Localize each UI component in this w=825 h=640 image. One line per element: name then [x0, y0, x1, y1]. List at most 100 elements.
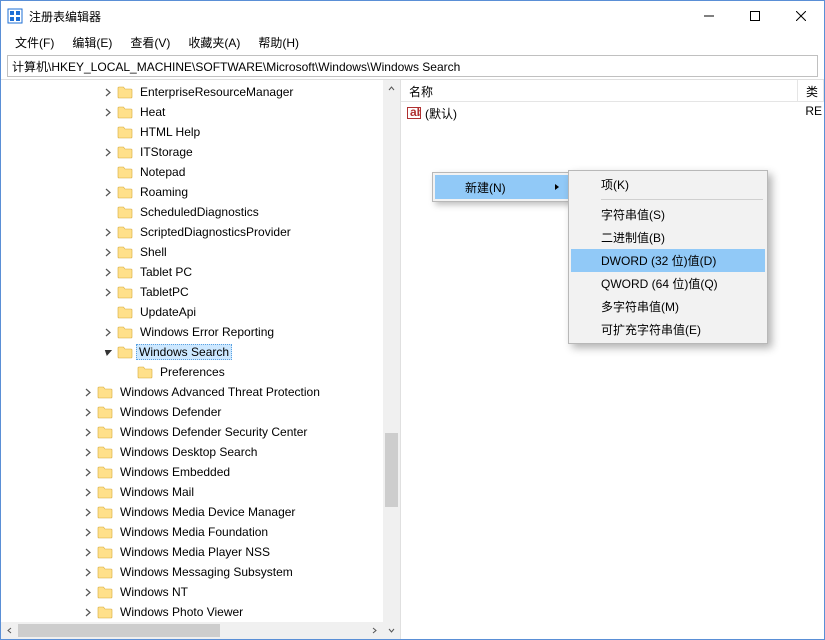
expander-icon[interactable]	[81, 605, 95, 619]
expander-icon[interactable]	[101, 105, 115, 119]
tree-item[interactable]: Windows Media Foundation	[1, 522, 400, 542]
tree-item[interactable]: Windows Embedded	[1, 462, 400, 482]
tree-item[interactable]: Windows Photo Viewer	[1, 602, 400, 622]
ctx-sub-item[interactable]: DWORD (32 位)值(D)	[571, 249, 765, 272]
ctx-sub-item[interactable]: 二进制值(B)	[571, 226, 765, 249]
folder-icon	[117, 185, 133, 199]
tree-item[interactable]: Windows Media Device Manager	[1, 502, 400, 522]
tree-item-label: ScriptedDiagnosticsProvider	[139, 225, 292, 239]
menu-help[interactable]: 帮助(H)	[250, 32, 307, 53]
expander-icon[interactable]	[81, 565, 95, 579]
regedit-window: 注册表编辑器 文件(F) 编辑(E) 查看(V) 收藏夹(A) 帮助(H) 计算…	[0, 0, 825, 640]
tree-item[interactable]: Preferences	[1, 362, 400, 382]
expander-icon[interactable]	[101, 85, 115, 99]
tree-item[interactable]: Windows Error Reporting	[1, 322, 400, 342]
ctx-sub-item[interactable]: 可扩充字符串值(E)	[571, 318, 765, 341]
tree-item[interactable]: Windows Messaging Subsystem	[1, 562, 400, 582]
minimize-button[interactable]	[686, 1, 732, 31]
titlebar[interactable]: 注册表编辑器	[1, 1, 824, 31]
list-row-default[interactable]: ab (默认)	[407, 104, 818, 122]
menu-file[interactable]: 文件(F)	[7, 32, 62, 53]
tree-item-label: Windows Media Player NSS	[119, 545, 271, 559]
expander-icon[interactable]	[101, 185, 115, 199]
tree-item[interactable]: HTML Help	[1, 122, 400, 142]
tree-item[interactable]: ScriptedDiagnosticsProvider	[1, 222, 400, 242]
scroll-up-button[interactable]	[383, 80, 400, 97]
expander-icon[interactable]	[81, 405, 95, 419]
ctx-sub-label: 二进制值(B)	[601, 229, 665, 246]
tree-item-label: Windows NT	[119, 585, 189, 599]
expander-icon[interactable]	[101, 225, 115, 239]
tree-item[interactable]: Windows Mail	[1, 482, 400, 502]
ctx-sub-item[interactable]: 多字符串值(M)	[571, 295, 765, 318]
expander-icon[interactable]	[101, 265, 115, 279]
expander-icon[interactable]	[101, 285, 115, 299]
registry-tree[interactable]: EnterpriseResourceManager HeatHTML HelpIT…	[1, 80, 400, 639]
expander-icon[interactable]	[101, 325, 115, 339]
expander-spacer	[101, 165, 115, 179]
menu-view[interactable]: 查看(V)	[122, 32, 178, 53]
tree-h-scrollbar[interactable]	[1, 622, 383, 639]
tree-item[interactable]: ITStorage	[1, 142, 400, 162]
folder-icon	[97, 525, 113, 539]
close-button[interactable]	[778, 1, 824, 31]
tree-item[interactable]: Windows NT	[1, 582, 400, 602]
ctx-sub-item[interactable]: QWORD (64 位)值(Q)	[571, 272, 765, 295]
folder-icon	[137, 365, 153, 379]
expander-icon[interactable]	[81, 525, 95, 539]
expander-icon[interactable]	[81, 585, 95, 599]
tree-item[interactable]: Roaming	[1, 182, 400, 202]
folder-icon	[117, 225, 133, 239]
col-type[interactable]: 类	[798, 80, 824, 101]
tree-item[interactable]: Shell	[1, 242, 400, 262]
scroll-right-button[interactable]	[366, 622, 383, 639]
h-scroll-thumb[interactable]	[18, 624, 220, 637]
scroll-down-button[interactable]	[383, 622, 400, 639]
tree-item-label: Roaming	[139, 185, 189, 199]
tree-item[interactable]: TabletPC	[1, 282, 400, 302]
expander-icon[interactable]	[81, 425, 95, 439]
col-name[interactable]: 名称	[401, 80, 798, 101]
address-bar[interactable]: 计算机\HKEY_LOCAL_MACHINE\SOFTWARE\Microsof…	[7, 55, 818, 77]
tree-item-label: Windows Embedded	[119, 465, 231, 479]
expander-icon[interactable]	[101, 145, 115, 159]
menu-favorites[interactable]: 收藏夹(A)	[180, 32, 248, 53]
tree-item-label: EnterpriseResourceManager	[139, 85, 294, 99]
ctx-sub-item[interactable]: 项(K)	[571, 173, 765, 196]
v-scroll-thumb[interactable]	[385, 433, 398, 507]
tree-item[interactable]: Windows Advanced Threat Protection	[1, 382, 400, 402]
ctx-sub-item[interactable]: 字符串值(S)	[571, 203, 765, 226]
tree-item[interactable]: Windows Defender Security Center	[1, 422, 400, 442]
maximize-button[interactable]	[732, 1, 778, 31]
tree-item-label: ScheduledDiagnostics	[139, 205, 260, 219]
tree-item[interactable]: EnterpriseResourceManager	[1, 82, 400, 102]
tree-item[interactable]: Heat	[1, 102, 400, 122]
expander-icon[interactable]	[81, 545, 95, 559]
folder-icon	[117, 145, 133, 159]
expander-icon[interactable]	[81, 485, 95, 499]
expander-icon[interactable]	[101, 345, 115, 359]
tree-item[interactable]: Tablet PC	[1, 262, 400, 282]
tree-item[interactable]: ScheduledDiagnostics	[1, 202, 400, 222]
menu-edit[interactable]: 编辑(E)	[64, 32, 120, 53]
scroll-left-button[interactable]	[1, 622, 18, 639]
folder-icon	[97, 565, 113, 579]
tree-item[interactable]: Notepad	[1, 162, 400, 182]
expander-icon[interactable]	[101, 245, 115, 259]
tree-item[interactable]: Windows Media Player NSS	[1, 542, 400, 562]
expander-icon[interactable]	[81, 465, 95, 479]
tree-v-scrollbar[interactable]	[383, 80, 400, 639]
expander-icon[interactable]	[81, 445, 95, 459]
ctx-new[interactable]: 新建(N)	[435, 175, 568, 199]
tree-item[interactable]: UpdateApi	[1, 302, 400, 322]
folder-icon	[117, 305, 133, 319]
tree-pane: EnterpriseResourceManager HeatHTML HelpIT…	[1, 80, 401, 639]
list-header[interactable]: 名称 类	[401, 80, 824, 102]
context-menu[interactable]: 新建(N)	[432, 172, 571, 202]
expander-icon[interactable]	[81, 385, 95, 399]
expander-icon[interactable]	[81, 505, 95, 519]
tree-item[interactable]: Windows Search	[1, 342, 400, 362]
tree-item[interactable]: Windows Desktop Search	[1, 442, 400, 462]
context-submenu-new[interactable]: 项(K) 字符串值(S) 二进制值(B) DWORD (32 位)值(D)QWORD …	[568, 170, 768, 344]
tree-item[interactable]: Windows Defender	[1, 402, 400, 422]
